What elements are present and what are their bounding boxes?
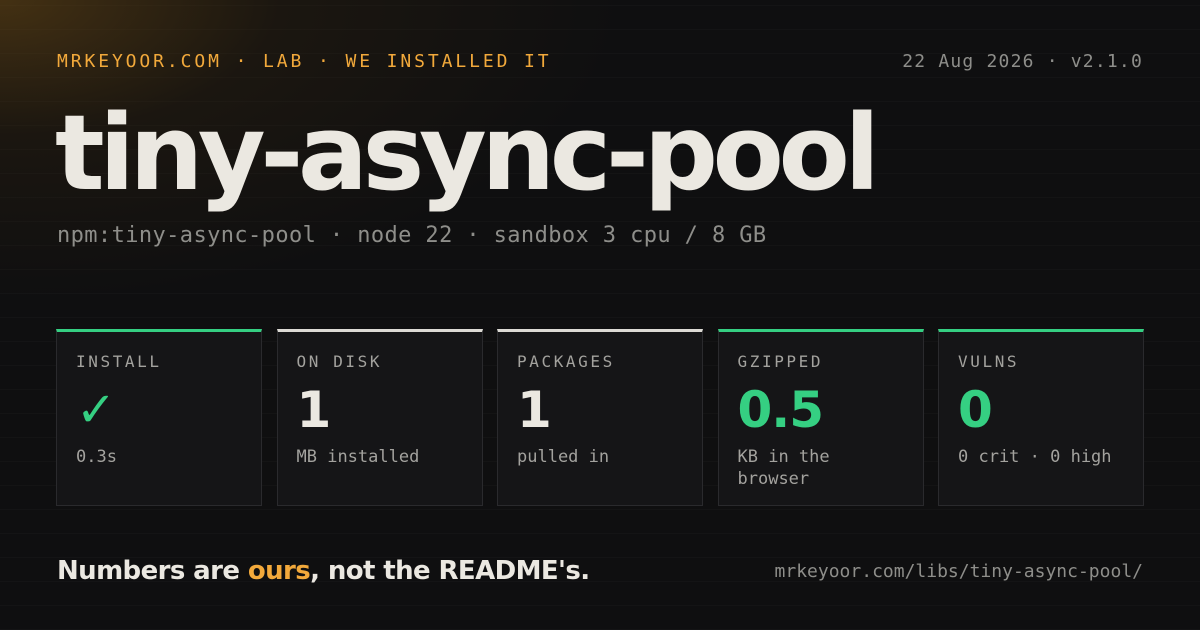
card-note: 0.3s [76,447,117,467]
card-on-disk: ON DISK 1 MB installed [276,329,483,506]
card-label: PACKAGES [517,352,615,371]
card-label: ON DISK [296,352,383,371]
card-gzipped: GZIPPED 0.5 KB in the browser [717,329,924,506]
card-install: INSTALL ✓ 0.3s [56,329,262,506]
card-note: MB installed [296,447,420,467]
card-label: GZIPPED [737,352,824,371]
card-note: 0 crit · 0 high [958,447,1112,467]
check-icon: ✓ [76,382,116,438]
tagline: Numbers are ours, not the README's. [57,556,590,586]
package-subtitle: npm:tiny-async-pool · node 22 · sandbox … [57,223,767,248]
tagline-start: Numbers are [57,556,248,586]
tagline-end: , not the README's. [310,556,590,586]
card-label: VULNS [958,352,1020,371]
card-note: KB in the browser [737,447,830,489]
card-vulns: VULNS 0 0 crit · 0 high [938,329,1144,506]
site-kicker: MRKEYOOR.COM · LAB · WE INSTALLED IT [57,50,552,72]
date-version: 22 Aug 2026 · v2.1.0 [902,50,1143,72]
card-value: 1 [296,381,332,439]
footer: Numbers are ours, not the README's. mrke… [57,553,1143,589]
card-value: 0 [958,381,993,439]
tagline-highlight: ours [247,556,311,586]
stats-cards: INSTALL ✓ 0.3s ON DISK 1 MB installed PA… [56,329,1144,506]
card-packages: PACKAGES 1 pulled in [497,329,703,506]
card-value: 0.5 [737,381,825,439]
card-label: INSTALL [76,352,162,371]
page-url: mrkeyoor.com/libs/tiny-async-pool/ [774,560,1143,582]
top-bar: MRKEYOOR.COM · LAB · WE INSTALLED IT 22 … [57,48,1143,74]
card-value: 1 [517,381,552,439]
package-title: tiny-async-pool [55,92,880,214]
card-note: pulled in [517,447,610,467]
